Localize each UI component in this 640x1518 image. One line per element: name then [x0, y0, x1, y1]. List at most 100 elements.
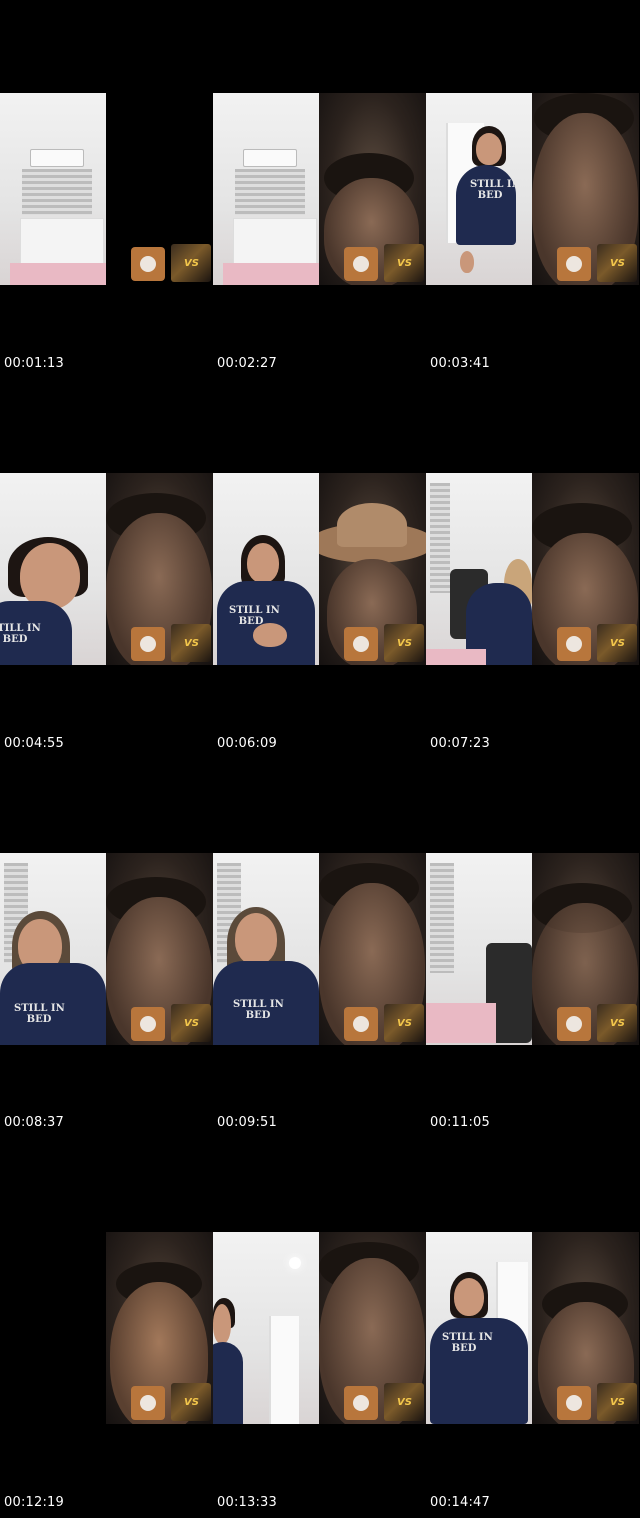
avatar-icon — [344, 1007, 378, 1041]
vs-text: VS — [397, 1018, 412, 1029]
vs-badge-icon: VS — [171, 1004, 211, 1042]
timestamp-9: 00:11:05 — [430, 1115, 490, 1130]
left-pane-room: STILL IN BED — [426, 93, 532, 285]
vs-badge-icon: VS — [597, 624, 637, 662]
face — [476, 133, 502, 165]
left-pane-room — [426, 853, 532, 1045]
vs-text: VS — [184, 258, 199, 269]
right-pane-camera: VS — [319, 853, 426, 1045]
right-pane-camera: VS — [106, 853, 213, 1045]
thumbnail-3: STILL IN BED VS — [426, 93, 639, 285]
vs-text: VS — [610, 638, 625, 649]
thumbnail-5: STILL IN BED VS — [213, 473, 426, 665]
vs-text: VS — [397, 638, 412, 649]
vs-text: VS — [610, 1397, 625, 1408]
face — [454, 1278, 484, 1316]
thumbnail-9: VS — [426, 853, 639, 1045]
vs-badge-icon: VS — [384, 1383, 424, 1421]
vs-badge-icon: VS — [597, 244, 637, 282]
hand — [253, 623, 287, 647]
thumbnail-1: VS — [0, 93, 213, 285]
ceiling-light — [289, 1257, 301, 1269]
vs-text: VS — [184, 1018, 199, 1029]
avatar-icon — [344, 247, 378, 281]
right-pane-camera: VS — [106, 1232, 213, 1424]
vs-badge-icon: VS — [171, 1383, 211, 1421]
avatar-icon — [344, 627, 378, 661]
avatar-icon — [557, 1386, 591, 1420]
vs-text: VS — [397, 258, 412, 269]
vs-text: VS — [610, 1018, 625, 1029]
timestamp-5: 00:06:09 — [217, 736, 277, 751]
avatar-icon — [557, 1007, 591, 1041]
timestamp-6: 00:07:23 — [430, 736, 490, 751]
avatar-icon — [557, 247, 591, 281]
left-pane-room — [213, 93, 319, 285]
pink-bedding — [10, 263, 106, 285]
timestamp-11: 00:13:33 — [217, 1495, 277, 1510]
right-pane-camera: VS — [319, 1232, 426, 1424]
avatar-icon — [344, 1386, 378, 1420]
sweater-text: STILL IN BED — [470, 179, 521, 201]
avatar-icon — [131, 1007, 165, 1041]
left-pane-room — [0, 93, 106, 285]
window-blind — [430, 863, 454, 973]
left-pane-black — [0, 1232, 106, 1424]
sweater — [456, 165, 516, 245]
air-conditioner — [30, 149, 84, 167]
headboard — [233, 218, 317, 268]
left-pane-room: STILL IN BED — [0, 853, 106, 1045]
right-pane-black: VS — [106, 93, 213, 285]
right-pane-camera: VS — [319, 93, 426, 285]
timestamp-8: 00:09:51 — [217, 1115, 277, 1130]
avatar-icon — [131, 247, 165, 281]
left-pane-room: STILL IN BED — [213, 853, 319, 1045]
vs-badge-icon: VS — [171, 624, 211, 662]
vs-text: VS — [184, 638, 199, 649]
window-blind — [22, 169, 92, 215]
right-pane-camera: VS — [532, 1232, 639, 1424]
thumbnail-6: VS — [426, 473, 639, 665]
timestamp-2: 00:02:27 — [217, 356, 277, 371]
vs-text: VS — [397, 1397, 412, 1408]
vs-badge-icon: VS — [597, 1383, 637, 1421]
timestamp-1: 00:01:13 — [4, 356, 64, 371]
hand — [460, 251, 474, 273]
timestamp-12: 00:14:47 — [430, 1495, 490, 1510]
thumbnail-10: VS — [0, 1232, 213, 1424]
vs-badge-icon: VS — [171, 244, 211, 282]
avatar-icon — [131, 627, 165, 661]
face — [20, 543, 80, 609]
left-pane-room: STILL IN BED — [426, 1232, 532, 1424]
left-pane-room: STILL IN BED — [0, 473, 106, 665]
sweater-text: STILL IN BED — [442, 1332, 493, 1354]
vs-badge-icon: VS — [384, 244, 424, 282]
vs-text: VS — [610, 258, 625, 269]
window-blind — [235, 169, 305, 215]
sweater-text: STILL IN BED — [233, 999, 284, 1021]
pink-bedding — [426, 1003, 496, 1043]
headboard — [20, 218, 104, 268]
door — [269, 1316, 299, 1424]
thumbnail-8: STILL IN BED VS — [213, 853, 426, 1045]
left-pane-room — [213, 1232, 319, 1424]
timestamp-10: 00:12:19 — [4, 1495, 64, 1510]
timestamp-3: 00:03:41 — [430, 356, 490, 371]
avatar-icon — [131, 1386, 165, 1420]
left-pane-room — [426, 473, 532, 665]
thumbnail-7: STILL IN BED VS — [0, 853, 213, 1045]
pink-bedding — [426, 649, 486, 665]
pink-bedding — [223, 263, 319, 285]
vs-text: VS — [184, 1397, 199, 1408]
right-pane-camera: VS — [319, 473, 426, 665]
right-pane-camera: VS — [532, 473, 639, 665]
hat — [337, 503, 407, 547]
air-conditioner — [243, 149, 297, 167]
vs-badge-icon: VS — [384, 624, 424, 662]
face — [247, 543, 279, 583]
right-pane-camera: VS — [106, 473, 213, 665]
right-pane-camera: VS — [532, 853, 639, 1045]
window-blind — [430, 483, 450, 593]
vs-badge-icon: VS — [597, 1004, 637, 1042]
timestamp-4: 00:04:55 — [4, 736, 64, 751]
